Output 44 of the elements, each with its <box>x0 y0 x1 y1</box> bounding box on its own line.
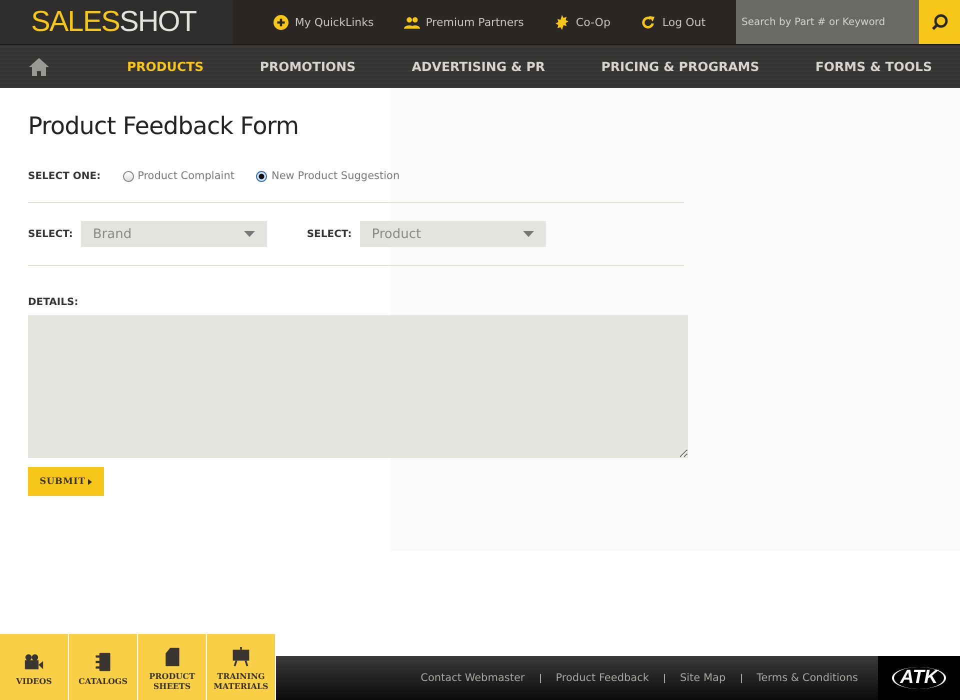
sun-icon <box>554 14 570 30</box>
header-link[interactable]: Co-Op <box>554 14 610 30</box>
shortcut-tile[interactable]: TRAINING MATERIALS <box>207 634 275 700</box>
easel-icon <box>231 647 251 668</box>
nav-tab[interactable]: PROMOTIONS <box>260 59 356 74</box>
shortcut-tile[interactable]: CATALOGS <box>69 634 137 700</box>
header-link[interactable]: My QuickLinks <box>272 14 374 30</box>
field-label: SELECT: <box>28 228 73 240</box>
caret-icon <box>88 478 92 484</box>
field-label: SELECT ONE: <box>28 170 101 182</box>
page-title: Product Feedback Form <box>28 112 300 140</box>
footer-link[interactable]: Terms & Conditions <box>756 672 858 684</box>
search-button[interactable] <box>919 0 960 44</box>
plus-icon <box>272 14 289 30</box>
radio-option[interactable]: New Product Suggestion <box>256 170 400 182</box>
notebook-icon <box>93 652 113 672</box>
shortcut-tile[interactable]: PRODUCT SHEETS <box>138 634 206 700</box>
search-icon <box>930 13 949 31</box>
radio-icon[interactable] <box>256 170 268 182</box>
refresh-icon <box>640 14 656 30</box>
field-label: SELECT: <box>306 228 352 240</box>
search-field[interactable]: Search by Part # or Keyword <box>736 0 920 44</box>
nav-tab[interactable]: PRICING & PROGRAMS <box>601 59 760 74</box>
caret-icon <box>244 231 255 237</box>
radio-icon[interactable] <box>122 170 134 182</box>
footer-link[interactable]: Site Map <box>680 672 726 684</box>
field-label: DETAILS: <box>28 297 78 308</box>
nav-tab[interactable]: ADVERTISING & PR <box>412 59 546 74</box>
nav-tab[interactable]: FORMS & TOOLS <box>815 59 932 74</box>
footer-link[interactable]: Product Feedback <box>556 672 649 684</box>
submit-button[interactable]: SUBMIT <box>28 467 104 496</box>
video-camera-icon <box>24 652 44 672</box>
logo-text: SHOT <box>120 6 196 38</box>
shortcut-tile[interactable]: VIDEOS <box>0 634 68 700</box>
header-link[interactable]: Log Out <box>640 14 706 30</box>
footer-link[interactable]: Contact Webmaster <box>420 672 525 684</box>
home-icon[interactable] <box>29 58 49 76</box>
header-link[interactable]: Premium Partners <box>404 14 524 30</box>
people-icon <box>404 14 420 30</box>
caret-icon <box>522 231 534 237</box>
nav-tab[interactable]: PRODUCTS <box>127 59 204 74</box>
logo-text: SALES <box>31 6 120 38</box>
radio-option[interactable]: Product Complaint <box>122 170 234 182</box>
details-field[interactable] <box>28 315 688 458</box>
